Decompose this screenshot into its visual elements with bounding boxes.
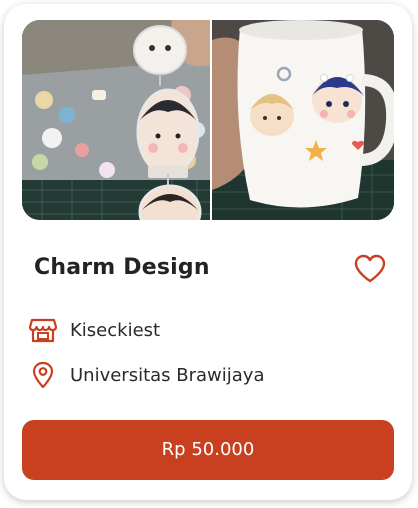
product-photo-mug: [212, 20, 394, 220]
product-card[interactable]: Charm Design Kiseckiest Universitas Braw…: [4, 4, 412, 500]
product-image-gallery[interactable]: [22, 20, 394, 220]
shop-name: Kiseckiest: [70, 320, 161, 341]
charm-photo-illustration: [22, 20, 210, 220]
store-icon: [28, 316, 58, 344]
price-button[interactable]: Rp 50.000: [22, 420, 394, 480]
product-title: Charm Design: [34, 255, 210, 280]
product-photo-charms: [22, 20, 210, 220]
map-pin-icon: [29, 361, 57, 389]
heart-outline-icon: [354, 254, 386, 283]
favorite-button[interactable]: [353, 253, 387, 285]
location-name: Universitas Brawijaya: [70, 365, 265, 386]
mug-photo-illustration: [212, 20, 394, 220]
